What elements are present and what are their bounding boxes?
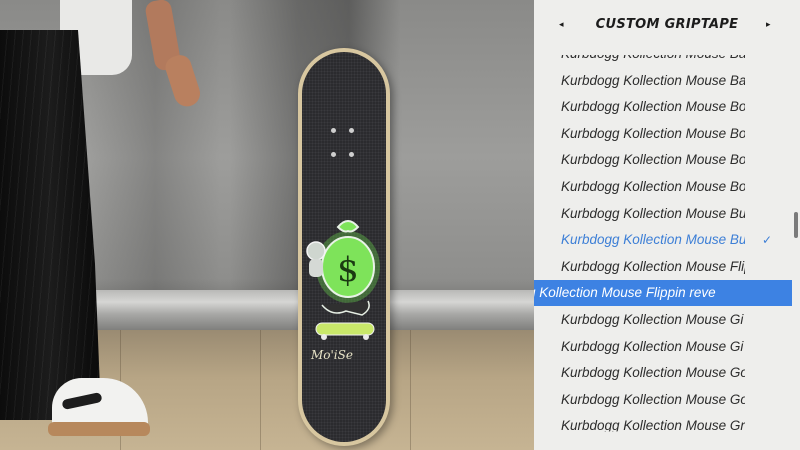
griptape-item[interactable]: Kurbdogg Kollection Mouse Gi <box>534 307 792 333</box>
previous-category-icon[interactable]: ◂ <box>559 20 564 30</box>
griptape-item[interactable]: Kurbdogg Kollection Mouse Bo <box>534 174 792 200</box>
griptape-item-label: Kurbdogg Kollection Mouse Gi <box>561 338 744 354</box>
panel-header: ◂ CUSTOM GRIPTAPE ▸ <box>534 0 800 42</box>
griptape-item-highlighted[interactable]: g Kollection Mouse Flippin reve <box>534 280 792 307</box>
panel-title: CUSTOM GRIPTAPE <box>595 17 739 32</box>
pants-pinstripe <box>0 30 100 420</box>
griptape-item[interactable]: Kurbdogg Kollection Mouse Gi <box>534 334 792 360</box>
griptape-item-label: Kurbdogg Kollection Mouse Bo <box>561 99 745 115</box>
griptape-item[interactable]: Kurbdogg Kollection Mouse Bo <box>534 94 792 120</box>
griptape-item[interactable]: Kurbdogg Kollection Mouse Flip <box>534 254 792 280</box>
griptape-item[interactable]: Kurbdogg Kollection Mouse Bu <box>534 201 792 227</box>
griptape-list: Kurbdogg Kollection Mouse Ba Kurbdogg Kol… <box>534 0 800 450</box>
griptape-item[interactable]: Kurbdogg Kollection Mouse Ba <box>534 68 792 94</box>
griptape-item-label: Kurbdogg Kollection Mouse Flip <box>561 258 745 274</box>
griptape-item-label: Kurbdogg Kollection Mouse Bu <box>561 205 745 221</box>
griptape-item[interactable]: Kurbdogg Kollection Mouse Go <box>534 387 792 413</box>
truck-bolt <box>349 152 354 157</box>
griptape-selection-panel: Kurbdogg Kollection Mouse Ba Kurbdogg Kol… <box>534 0 800 450</box>
truck-bolt <box>331 128 336 133</box>
griptape-item-label: Kurbdogg Kollection Mouse Go <box>561 365 745 381</box>
griptape-item-label: Kurbdogg Kollection Mouse Ba <box>561 46 745 61</box>
griptape-item[interactable]: Kurbdogg Kollection Mouse Gr <box>534 413 792 434</box>
artist-signature: Mo'iSe <box>310 348 353 362</box>
griptape-item-label: Kurbdogg Kollection Mouse Bo <box>561 152 745 168</box>
truck-bolt <box>349 128 354 133</box>
skate-preview-scene: $ Mo'iSe <box>0 0 534 450</box>
next-category-icon[interactable]: ▸ <box>766 20 771 30</box>
griptape-item[interactable]: Kurbdogg Kollection Mouse Go <box>534 360 792 386</box>
truck-bolt <box>331 152 336 157</box>
griptape-item-label: g Kollection Mouse Flippin reve <box>534 285 716 301</box>
floor-seam <box>260 330 261 450</box>
equipped-check-icon: ✓ <box>762 233 773 248</box>
floor-seam <box>410 330 411 450</box>
mouse-money-bag-graphic: $ Mo'iSe <box>306 220 380 362</box>
dollar-symbol: $ <box>337 250 359 290</box>
griptape-item-equipped[interactable]: Kurbdogg Kollection Mouse Bu ✓ <box>534 227 792 253</box>
griptape-item-label: Kurbdogg Kollection Mouse Gr <box>561 418 745 434</box>
list-scrollbar-thumb[interactable] <box>794 212 798 238</box>
griptape-item-label: Kurbdogg Kollection Mouse Bu <box>561 232 745 248</box>
griptape-item[interactable]: Kurbdogg Kollection Mouse Ba <box>534 46 792 67</box>
griptape-item-label: Kurbdogg Kollection Mouse Ba <box>561 72 745 88</box>
griptape-item-label: Kurbdogg Kollection Mouse Gi <box>561 312 744 327</box>
griptape-item[interactable]: Kurbdogg Kollection Mouse Bo <box>534 147 792 173</box>
shoe-sole <box>48 422 150 436</box>
griptape-item-label: Kurbdogg Kollection Mouse Bo <box>561 125 745 141</box>
griptape-item-label: Kurbdogg Kollection Mouse Go <box>561 391 745 407</box>
griptape-item[interactable]: Kurbdogg Kollection Mouse Bo <box>534 121 792 147</box>
griptape-item-label: Kurbdogg Kollection Mouse Bo <box>561 179 745 194</box>
